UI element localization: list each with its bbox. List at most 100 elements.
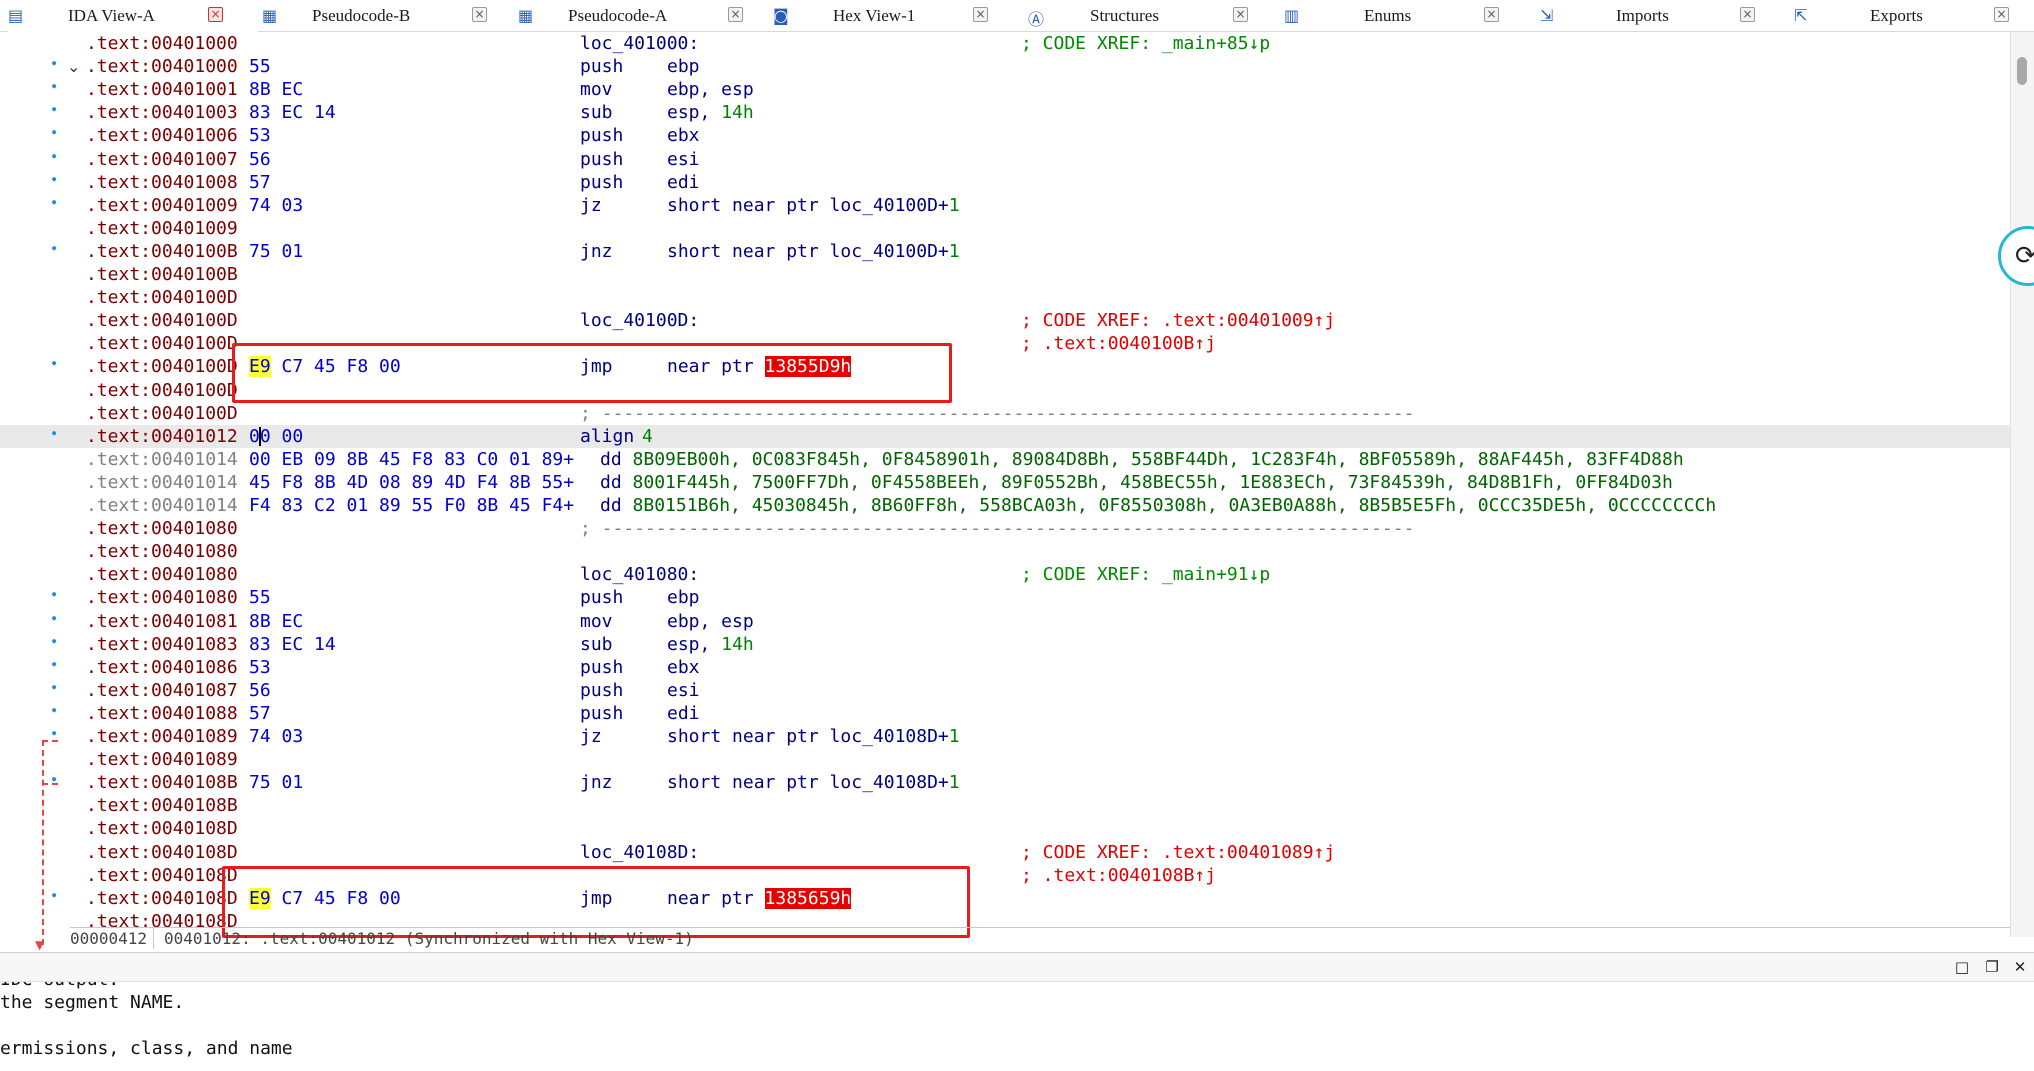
listing-row[interactable]: .text:0040100D ; ------------------------… [0, 402, 2010, 425]
listing-row[interactable]: ● .text:00401080 55 push ebp [0, 586, 2010, 609]
breakpoint-dot-icon[interactable]: ● [52, 357, 56, 369]
listing-row[interactable]: .text:00401000 loc_401000: ; CODE XREF: _m… [0, 32, 2010, 55]
breakpoint-dot-icon[interactable]: ● [52, 80, 56, 92]
listing-row[interactable]: .text:0040100D loc_40100D: ; CODE XREF: .t… [0, 309, 2010, 332]
operands[interactable]: short near ptr loc_40108D+1 [667, 771, 960, 794]
code-label[interactable]: loc_401080: [580, 563, 699, 586]
listing-row[interactable]: ● .text:00401089 74 03 jz short near ptr loc… [0, 725, 2010, 748]
listing-row[interactable]: .text:00401009 [0, 217, 2010, 240]
tab-close-icon[interactable]: × [472, 7, 487, 22]
breakpoint-dot-icon[interactable]: ● [52, 612, 56, 624]
listing-row[interactable]: ● .text:00401086 53 push ebx [0, 656, 2010, 679]
tab-close-icon[interactable]: × [1740, 7, 1755, 22]
xref-comment[interactable]: ; CODE XREF: .text:00401009↑j [1021, 309, 1335, 332]
close-icon[interactable]: ✕ [2010, 957, 2030, 977]
tab-close-icon[interactable]: × [1994, 7, 2009, 22]
listing-row[interactable]: ● .text:0040108B 75 01 jnz short near ptr lo… [0, 771, 2010, 794]
breakpoint-dot-icon[interactable]: ● [52, 57, 56, 69]
tab-ida-view-a[interactable]: ▤ IDA View-A × [8, 0, 258, 32]
listing-row[interactable]: .text:0040108D [0, 817, 2010, 840]
listing-row[interactable]: .text:00401080 loc_401080: ; CODE XREF: _m… [0, 563, 2010, 586]
tab-enums[interactable]: ▥ Enums × [1284, 0, 1534, 32]
breakpoint-dot-icon[interactable]: ● [52, 103, 56, 115]
breakpoint-dot-icon[interactable]: ● [52, 242, 56, 254]
code-label[interactable]: loc_40108D: [580, 841, 699, 864]
operands[interactable]: ebp [667, 586, 700, 609]
operands[interactable]: ebp, esp [667, 610, 754, 633]
tab-close-icon[interactable]: × [728, 7, 743, 22]
operands[interactable]: short near ptr loc_40100D+1 [667, 240, 960, 263]
breakpoint-dot-icon[interactable]: ● [52, 704, 56, 716]
tab-structures[interactable]: Ⓐ Structures × [1028, 0, 1278, 32]
operands[interactable]: edi [667, 702, 700, 725]
tab-imports[interactable]: ⇲ Imports × [1540, 0, 1790, 32]
listing-row[interactable]: ● .text:00401081 8B EC mov ebp, esp [0, 610, 2010, 633]
tab-hex-view-1[interactable]: ◙ Hex View-1 × [773, 0, 1023, 32]
listing-row[interactable]: ● .text:0040100B 75 01 jnz short near ptr lo… [0, 240, 2010, 263]
tab-close-icon[interactable]: × [973, 7, 988, 22]
breakpoint-dot-icon[interactable]: ● [52, 427, 56, 439]
output-window[interactable]: IDC output:the segment NAME. ermissions, … [0, 982, 2034, 1071]
listing-row[interactable]: .text:0040108B [0, 794, 2010, 817]
listing-row[interactable]: ● .text:00401012 00 00 align 4 [0, 425, 2010, 448]
listing-row[interactable]: .text:00401014 F4 83 C2 01 89 55 F0 8B 45… [0, 494, 2010, 517]
breakpoint-dot-icon[interactable]: ● [52, 889, 56, 901]
tab-exports[interactable]: ⇱ Exports × [1794, 0, 2034, 32]
listing-row[interactable]: .text:0040108D loc_40108D: ; CODE XREF: .t… [0, 841, 2010, 864]
xref-comment[interactable]: ; CODE XREF: _main+85↓p [1021, 32, 1270, 55]
tab-close-icon[interactable]: × [1233, 7, 1248, 22]
listing-row[interactable]: ● .text:00401001 8B EC mov ebp, esp [0, 78, 2010, 101]
listing-row[interactable]: ● ⌄ .text:00401000 55 push ebp [0, 55, 2010, 78]
scrollbar-thumb[interactable] [2017, 57, 2027, 85]
operands[interactable]: 4 [642, 425, 653, 448]
breakpoint-dot-icon[interactable]: ● [52, 126, 56, 138]
listing-row[interactable]: ● .text:00401009 74 03 jz short near ptr loc… [0, 194, 2010, 217]
listing-row[interactable]: .text:0040100D [0, 286, 2010, 309]
operands[interactable]: ebx [667, 124, 700, 147]
operands[interactable]: esi [667, 679, 700, 702]
listing-row[interactable]: .text:0040100B [0, 263, 2010, 286]
listing-row[interactable]: .text:00401080 ; ------------------------… [0, 517, 2010, 540]
operands[interactable]: ebp, esp [667, 78, 754, 101]
listing-row[interactable]: ● .text:00401007 56 push esi [0, 148, 2010, 171]
operands[interactable]: ebx [667, 656, 700, 679]
operands[interactable]: short near ptr loc_40100D+1 [667, 194, 960, 217]
operands[interactable]: edi [667, 171, 700, 194]
maximize-icon[interactable]: □ [1952, 957, 1972, 977]
listing-row[interactable]: .text:00401080 [0, 540, 2010, 563]
breakpoint-dot-icon[interactable]: ● [52, 635, 56, 647]
listing-row[interactable]: .text:00401014 45 F8 8B 4D 08 89 4D F4 8B… [0, 471, 2010, 494]
operands[interactable]: esp, 14h [667, 101, 754, 124]
operands[interactable]: esi [667, 148, 700, 171]
breakpoint-dot-icon[interactable]: ● [52, 658, 56, 670]
xref-comment[interactable]: ; CODE XREF: .text:00401089↑j [1021, 841, 1335, 864]
breakpoint-dot-icon[interactable]: ● [52, 173, 56, 185]
tab-pseudocode-a[interactable]: ▦ Pseudocode-A × [518, 0, 768, 32]
disassembly-listing[interactable]: .text:00401000 loc_401000: ; CODE XREF: _m… [0, 32, 2010, 937]
listing-row[interactable]: ● .text:00401088 57 push edi [0, 702, 2010, 725]
tab-close-icon[interactable]: × [1484, 7, 1499, 22]
operands[interactable]: ebp [667, 55, 700, 78]
listing-row[interactable]: ● .text:00401087 56 push esi [0, 679, 2010, 702]
xref-comment[interactable]: ; .text:0040100B↑j [1021, 332, 1216, 355]
listing-row[interactable]: ● .text:00401083 83 EC 14 sub esp, 14h [0, 633, 2010, 656]
breakpoint-dot-icon[interactable]: ● [52, 196, 56, 208]
listing-row[interactable]: ● .text:00401006 53 push ebx [0, 124, 2010, 147]
tab-close-icon[interactable]: × [208, 7, 223, 22]
restore-icon[interactable]: ❐ [1982, 957, 2002, 977]
breakpoint-dot-icon[interactable]: ● [52, 727, 56, 739]
code-label[interactable]: loc_40100D: [580, 309, 699, 332]
listing-row[interactable]: .text:00401014 00 EB 09 8B 45 F8 83 C0 01… [0, 448, 2010, 471]
listing-row[interactable]: ● .text:00401008 57 push edi [0, 171, 2010, 194]
xref-comment[interactable]: ; .text:0040108B↑j [1021, 864, 1216, 887]
xref-comment[interactable]: ; CODE XREF: _main+91↓p [1021, 563, 1270, 586]
operands[interactable]: esp, 14h [667, 633, 754, 656]
listing-row[interactable]: ● .text:00401003 83 EC 14 sub esp, 14h [0, 101, 2010, 124]
collapse-chevron-icon[interactable]: ⌄ [67, 55, 80, 78]
breakpoint-dot-icon[interactable]: ● [52, 150, 56, 162]
breakpoint-dot-icon[interactable]: ● [52, 588, 56, 600]
breakpoint-dot-icon[interactable]: ● [52, 681, 56, 693]
code-label[interactable]: loc_401000: [580, 32, 699, 55]
tab-pseudocode-b[interactable]: ▦ Pseudocode-B × [262, 0, 512, 32]
operands[interactable]: short near ptr loc_40108D+1 [667, 725, 960, 748]
